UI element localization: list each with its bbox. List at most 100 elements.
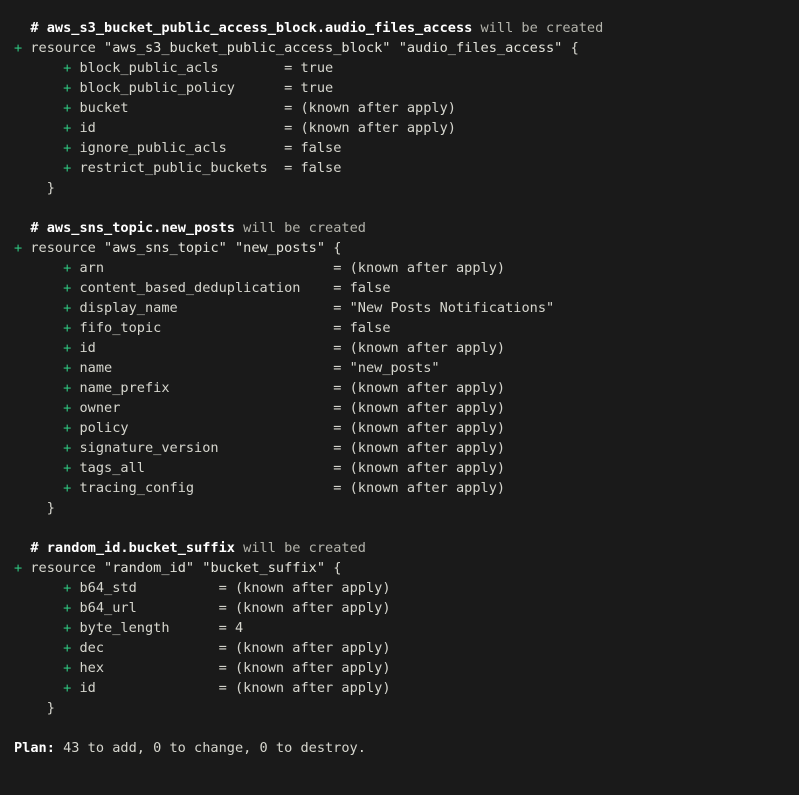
attribute-name: dec: [79, 640, 219, 656]
plan-summary-text: 43 to add, 0 to change, 0 to destroy.: [54, 740, 366, 756]
attribute-line: + hex = (known after apply): [0, 658, 799, 678]
attribute-value: (known after apply): [235, 600, 391, 616]
attribute-value: (known after apply): [300, 120, 456, 136]
attribute-line: + arn = (known after apply): [0, 258, 799, 278]
add-sign-icon: +: [14, 320, 80, 336]
attribute-name: owner: [79, 400, 334, 416]
attribute-name: tracing_config: [79, 480, 334, 496]
attribute-value: false: [300, 160, 342, 176]
attribute-value: false: [349, 280, 391, 296]
resource-comment-suffix: will be created: [472, 20, 604, 36]
attribute-name: hex: [79, 660, 219, 676]
attribute-name: policy: [79, 420, 334, 436]
resource-name-string: "new_posts": [235, 240, 334, 256]
attribute-value: (known after apply): [349, 480, 506, 496]
add-sign-icon: +: [14, 300, 80, 316]
assignment-operator: =: [333, 480, 350, 496]
attribute-line: + tags_all = (known after apply): [0, 458, 799, 478]
close-brace: }: [14, 700, 55, 716]
add-sign-icon: +: [14, 420, 80, 436]
add-sign-icon: +: [14, 120, 80, 136]
attribute-line: + id = (known after apply): [0, 338, 799, 358]
attribute-value: (known after apply): [349, 260, 506, 276]
attribute-value: false: [300, 140, 342, 156]
add-sign-icon: +: [14, 640, 80, 656]
attribute-line: + owner = (known after apply): [0, 398, 799, 418]
add-sign-icon: +: [14, 40, 31, 56]
add-sign-icon: +: [14, 560, 31, 576]
attribute-value: (known after apply): [349, 380, 506, 396]
attribute-line: + tracing_config = (known after apply): [0, 478, 799, 498]
attribute-value: (known after apply): [349, 340, 506, 356]
resource-comment-line: # aws_sns_topic.new_posts will be create…: [0, 218, 799, 238]
assignment-operator: =: [218, 620, 235, 636]
attribute-line: + byte_length = 4: [0, 618, 799, 638]
attribute-name: display_name: [79, 300, 334, 316]
attribute-line: + signature_version = (known after apply…: [0, 438, 799, 458]
attribute-value: true: [300, 60, 334, 76]
attribute-value: (known after apply): [349, 420, 506, 436]
add-sign-icon: +: [14, 380, 80, 396]
assignment-operator: =: [333, 440, 350, 456]
resource-type-string: "random_id": [104, 560, 203, 576]
attribute-value: "new_posts": [349, 360, 440, 376]
resource-type-string: "aws_s3_bucket_public_access_block": [104, 40, 399, 56]
attribute-name: ignore_public_acls: [79, 140, 285, 156]
add-sign-icon: +: [14, 660, 80, 676]
comment-hash-icon: #: [14, 220, 47, 236]
add-sign-icon: +: [14, 60, 80, 76]
plan-summary-label: Plan:: [14, 740, 55, 756]
attribute-value: (known after apply): [235, 660, 391, 676]
resource-keyword: resource: [30, 560, 105, 576]
resource-address: aws_s3_bucket_public_access_block.audio_…: [46, 20, 473, 36]
attribute-value: "New Posts Notifications": [349, 300, 555, 316]
resource-close-line: }: [0, 178, 799, 198]
resource-comment-line: # aws_s3_bucket_public_access_block.audi…: [0, 18, 799, 38]
assignment-operator: =: [333, 380, 350, 396]
add-sign-icon: +: [14, 340, 80, 356]
assignment-operator: =: [333, 360, 350, 376]
attribute-value: (known after apply): [349, 400, 506, 416]
attribute-line: + fifo_topic = false: [0, 318, 799, 338]
assignment-operator: =: [218, 660, 235, 676]
attribute-name: name: [79, 360, 334, 376]
attribute-name: tags_all: [79, 460, 334, 476]
attribute-line: + restrict_public_buckets = false: [0, 158, 799, 178]
assignment-operator: =: [333, 320, 350, 336]
attribute-name: b64_url: [79, 600, 219, 616]
add-sign-icon: +: [14, 580, 80, 596]
resource-header-line: + resource "aws_sns_topic" "new_posts" {: [0, 238, 799, 258]
resource-address: random_id.bucket_suffix: [46, 540, 235, 556]
attribute-value: (known after apply): [349, 440, 506, 456]
add-sign-icon: +: [14, 460, 80, 476]
assignment-operator: =: [333, 400, 350, 416]
assignment-operator: =: [333, 420, 350, 436]
resource-comment-suffix: will be created: [235, 540, 366, 556]
attribute-name: arn: [79, 260, 334, 276]
add-sign-icon: +: [14, 680, 80, 696]
close-brace: }: [14, 500, 55, 516]
comment-hash-icon: #: [14, 540, 47, 556]
attribute-line: + policy = (known after apply): [0, 418, 799, 438]
add-sign-icon: +: [14, 240, 31, 256]
attribute-name: block_public_policy: [79, 80, 285, 96]
open-brace: {: [333, 240, 342, 256]
open-brace: {: [333, 560, 342, 576]
resource-header-line: + resource "aws_s3_bucket_public_access_…: [0, 38, 799, 58]
assignment-operator: =: [284, 80, 301, 96]
add-sign-icon: +: [14, 620, 80, 636]
attribute-line: + display_name = "New Posts Notification…: [0, 298, 799, 318]
attribute-line: + dec = (known after apply): [0, 638, 799, 658]
assignment-operator: =: [284, 120, 301, 136]
resource-address: aws_sns_topic.new_posts: [46, 220, 235, 236]
resource-name-string: "audio_files_access": [398, 40, 571, 56]
resource-header-line: + resource "random_id" "bucket_suffix" {: [0, 558, 799, 578]
assignment-operator: =: [284, 160, 301, 176]
assignment-operator: =: [284, 100, 301, 116]
open-brace: {: [570, 40, 579, 56]
attribute-line: + block_public_acls = true: [0, 58, 799, 78]
attribute-line: + b64_url = (known after apply): [0, 598, 799, 618]
resource-name-string: "bucket_suffix": [202, 560, 334, 576]
